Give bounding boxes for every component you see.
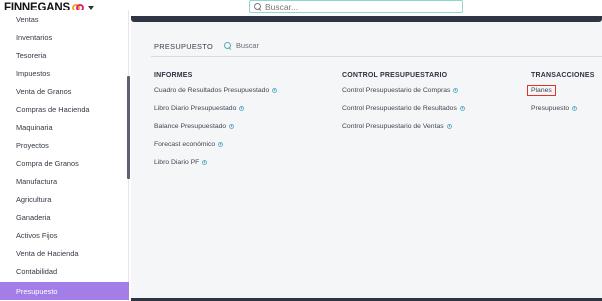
- link-forecast-economico[interactable]: Forecast económico: [154, 141, 224, 148]
- search-icon: [254, 2, 262, 11]
- link-libro-diario-pf[interactable]: Libro Diario PF: [154, 159, 208, 166]
- info-icon[interactable]: [459, 106, 465, 111]
- page-title: PRESUPUESTO: [154, 42, 214, 51]
- info-icon[interactable]: [218, 142, 224, 147]
- divider: [151, 56, 602, 57]
- column-heading: CONTROL PRESUPUESTARIO: [342, 72, 448, 79]
- link-label[interactable]: Cuadro de Resultados Presupuestado: [154, 87, 269, 94]
- link-libro-diario-presupuestado[interactable]: Libro Diario Presupuestado: [154, 105, 245, 112]
- info-icon[interactable]: [572, 106, 578, 111]
- link-cuadro-resultados[interactable]: Cuadro de Resultados Presupuestado: [154, 87, 278, 94]
- sidebar-item-venta-de-granos[interactable]: Venta de Granos: [0, 82, 129, 100]
- link-label[interactable]: Control Presupuestario de Resultados: [342, 105, 457, 112]
- sidebar-item-inventarios[interactable]: Inventarios: [0, 28, 129, 46]
- column-transacciones: TRANSACCIONES Planes Presupuesto: [527, 72, 595, 112]
- section-search[interactable]: Buscar: [224, 41, 259, 50]
- column-heading: TRANSACCIONES: [531, 72, 595, 79]
- link-control-ventas[interactable]: Control Presupuestario de Ventas: [342, 123, 452, 130]
- sidebar-item-venta-de-hacienda[interactable]: Venta de Hacienda: [0, 244, 129, 262]
- link-label-highlighted[interactable]: Planes: [527, 85, 556, 96]
- link-label[interactable]: Balance Presupuestado: [154, 123, 226, 130]
- link-label[interactable]: Presupuesto: [531, 105, 569, 112]
- sidebar-item-proyectos[interactable]: Proyectos: [0, 136, 129, 154]
- sidebar-item-activos-fijos[interactable]: Activos Fijos: [0, 226, 129, 244]
- link-control-resultados[interactable]: Control Presupuestario de Resultados: [342, 105, 465, 112]
- link-label[interactable]: Control Presupuestario de Compras: [342, 87, 450, 94]
- sidebar-item-impuestos[interactable]: Impuestos: [0, 64, 129, 82]
- link-control-compras[interactable]: Control Presupuestario de Compras: [342, 87, 459, 94]
- link-label[interactable]: Libro Diario Presupuestado: [154, 105, 236, 112]
- sidebar-item-presupuesto[interactable]: Presupuesto: [0, 282, 129, 300]
- link-balance-presupuestado[interactable]: Balance Presupuestado: [154, 123, 235, 130]
- info-icon[interactable]: [229, 124, 235, 129]
- sidebar: Ventas Inventarios Tesoreria Impuestos V…: [0, 10, 130, 301]
- global-search[interactable]: [249, 0, 463, 13]
- sidebar-item-compras-de-hacienda[interactable]: Compras de Hacienda: [0, 100, 129, 118]
- column-heading: INFORMES: [154, 72, 193, 79]
- info-icon[interactable]: [446, 124, 452, 129]
- column-control-presupuestario: CONTROL PRESUPUESTARIO Control Presupues…: [342, 72, 465, 130]
- info-icon[interactable]: [453, 88, 459, 93]
- column-informes: INFORMES Cuadro de Resultados Presupuest…: [154, 72, 278, 166]
- link-label[interactable]: Control Presupuestario de Ventas: [342, 123, 444, 130]
- sidebar-item-contabilidad[interactable]: Contabilidad: [0, 262, 129, 280]
- sidebar-item-tesoreria[interactable]: Tesoreria: [0, 46, 129, 64]
- main-panel: PRESUPUESTO Buscar INFORMES Cuadro de Re…: [131, 22, 602, 301]
- link-planes[interactable]: Planes: [527, 85, 556, 96]
- section-search-label: Buscar: [236, 41, 260, 50]
- sidebar-item-maquinaria[interactable]: Maquinaria: [0, 118, 129, 136]
- link-presupuesto[interactable]: Presupuesto: [531, 105, 578, 112]
- sidebar-item-ventas[interactable]: Ventas: [0, 10, 129, 28]
- search-icon: [224, 41, 232, 50]
- info-icon[interactable]: [272, 88, 278, 93]
- info-icon[interactable]: [202, 160, 208, 165]
- sidebar-item-manufactura[interactable]: Manufactura: [0, 172, 129, 190]
- sidebar-item-compra-de-granos[interactable]: Compra de Granos: [0, 154, 129, 172]
- sidebar-scrollbar[interactable]: [127, 76, 130, 179]
- info-icon[interactable]: [239, 106, 245, 111]
- global-search-input[interactable]: [265, 1, 455, 12]
- sidebar-item-agricultura[interactable]: Agricultura: [0, 190, 129, 208]
- link-label[interactable]: Libro Diario PF: [154, 159, 199, 166]
- sidebar-item-ganaderia[interactable]: Ganaderia: [0, 208, 129, 226]
- link-label[interactable]: Forecast económico: [154, 141, 215, 148]
